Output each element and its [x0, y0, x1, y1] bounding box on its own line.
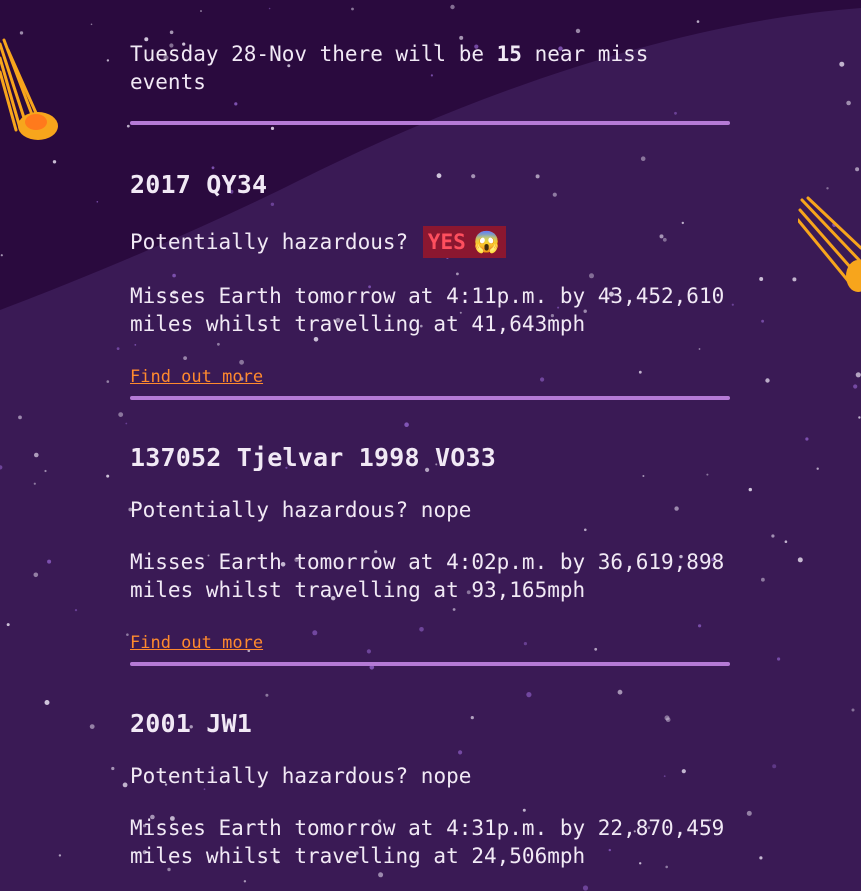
star	[90, 23, 93, 26]
star	[96, 201, 99, 203]
intro-text: Tuesday 28-Nov there will be 15 near mis…	[130, 40, 730, 96]
miss-details: Misses Earth tomorrow at 4:02p.m. by 36,…	[130, 550, 725, 602]
star	[855, 372, 861, 378]
star	[58, 854, 62, 857]
star	[575, 28, 581, 34]
star	[772, 764, 777, 769]
star	[52, 160, 57, 164]
comet-icon	[0, 38, 58, 140]
comet-icon	[798, 196, 861, 292]
miss-details: Misses Earth tomorrow at 4:31p.m. by 22,…	[130, 816, 725, 868]
star	[826, 187, 829, 190]
hazard-label: Potentially hazardous?	[130, 230, 421, 254]
star	[450, 4, 455, 10]
find-out-more-link[interactable]: Find out more	[130, 366, 263, 388]
hazard-value: nope	[420, 498, 472, 522]
star	[89, 724, 95, 729]
star	[839, 61, 845, 67]
star	[243, 880, 247, 883]
divider	[130, 396, 730, 400]
star	[33, 482, 36, 485]
star	[118, 412, 124, 417]
event-item: 2001 JW1 Potentially hazardous? nope Mis…	[130, 708, 730, 870]
star	[761, 577, 765, 582]
event-item: 137052 Tjelvar 1998 VO33 Potentially haz…	[130, 442, 730, 654]
miss-details: Misses Earth tomorrow at 4:11p.m. by 43,…	[130, 284, 725, 336]
star	[19, 31, 24, 35]
star	[378, 872, 384, 878]
star	[748, 487, 752, 492]
star	[582, 885, 589, 891]
star	[853, 384, 858, 389]
star	[351, 7, 354, 11]
intro-prefix: Tuesday 28-Nov there will be	[130, 42, 497, 66]
hazard-badge: YES 😱	[422, 226, 506, 258]
star	[759, 856, 763, 860]
star	[771, 534, 775, 538]
star	[0, 254, 3, 257]
hazard-label: Potentially hazardous?	[130, 764, 421, 788]
asteroid-name: 2001 JW1	[130, 709, 253, 738]
star	[106, 59, 110, 62]
hazard-line: Potentially hazardous? nope	[130, 496, 730, 524]
hazard-label: Potentially hazardous?	[130, 498, 421, 522]
hazard-value: nope	[420, 764, 472, 788]
star	[858, 416, 861, 419]
star	[6, 623, 10, 627]
star	[33, 572, 39, 578]
star	[765, 378, 770, 383]
star	[797, 557, 803, 563]
star	[44, 469, 47, 473]
star	[169, 30, 174, 35]
star	[44, 700, 50, 705]
star	[74, 609, 78, 612]
divider	[130, 121, 730, 125]
star	[851, 708, 855, 712]
near-miss-list: Tuesday 28-Nov there will be 15 near mis…	[130, 40, 730, 870]
star	[784, 540, 788, 543]
star	[746, 810, 752, 816]
star	[777, 657, 781, 661]
star	[111, 766, 115, 771]
star	[34, 452, 39, 458]
event-count: 15	[496, 42, 522, 66]
asteroid-name: 2017 QY34	[130, 170, 268, 199]
star	[268, 7, 271, 10]
asteroid-name: 137052 Tjelvar 1998 VO33	[130, 443, 497, 472]
star	[731, 303, 734, 306]
star	[116, 347, 120, 350]
star	[200, 10, 202, 12]
scream-emoji-icon: 😱	[473, 230, 500, 254]
find-out-more-link[interactable]: Find out more	[130, 632, 263, 654]
hazard-line: Potentially hazardous? nope	[130, 762, 730, 790]
star	[855, 167, 860, 172]
star	[792, 277, 797, 282]
star	[47, 559, 52, 564]
star	[846, 100, 851, 106]
star	[761, 319, 764, 323]
star	[696, 20, 700, 23]
star	[106, 474, 110, 478]
star	[125, 422, 128, 425]
hazard-line: Potentially hazardous? YES 😱	[130, 226, 730, 258]
divider	[130, 662, 730, 666]
star	[816, 467, 819, 470]
star	[759, 277, 764, 281]
star	[122, 782, 128, 788]
star	[126, 633, 129, 636]
star	[18, 415, 22, 420]
star	[805, 437, 809, 441]
event-item: 2017 QY34 Potentially hazardous? YES 😱 Mi…	[130, 169, 730, 388]
hazard-value: YES	[427, 230, 466, 254]
star	[106, 380, 110, 383]
